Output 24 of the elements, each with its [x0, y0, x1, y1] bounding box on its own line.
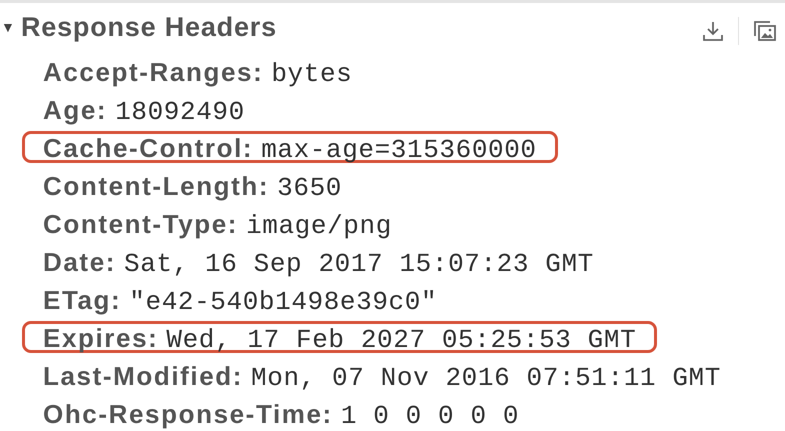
header-name: Content-Length:	[43, 172, 270, 200]
header-value: max-age=315360000	[261, 136, 537, 164]
header-value: Sat, 16 Sep 2017 15:07:23 GMT	[124, 250, 594, 278]
header-value: bytes	[271, 60, 352, 88]
header-value: Wed, 17 Feb 2027 05:25:53 GMT	[166, 326, 636, 354]
header-name: Expires:	[43, 324, 158, 352]
collapse-toggle[interactable]: ▼	[0, 19, 21, 35]
header-name: Cache-Control:	[43, 134, 254, 162]
header-name: ETag:	[43, 286, 122, 314]
header-value: 3650	[277, 174, 342, 202]
header-value: image/png	[246, 212, 392, 240]
header-value: 1 0 0 0 0 0	[340, 402, 520, 430]
download-icon[interactable]	[702, 20, 724, 42]
header-name: Content-Type:	[43, 210, 238, 238]
image-icon[interactable]	[753, 20, 777, 42]
header-value: "e42-540b1498e39c0"	[129, 288, 438, 316]
header-value: Mon, 07 Nov 2016 07:51:11 GMT	[251, 364, 721, 392]
header-name: Ohc-Response-Time:	[43, 400, 333, 428]
header-value: 18092490	[115, 98, 245, 126]
header-name: Date:	[43, 248, 116, 276]
header-name: Last-Modified:	[43, 362, 244, 390]
header-name: Accept-Ranges:	[43, 58, 264, 86]
section-title: Response Headers	[21, 12, 277, 42]
header-name: Age:	[43, 96, 108, 124]
